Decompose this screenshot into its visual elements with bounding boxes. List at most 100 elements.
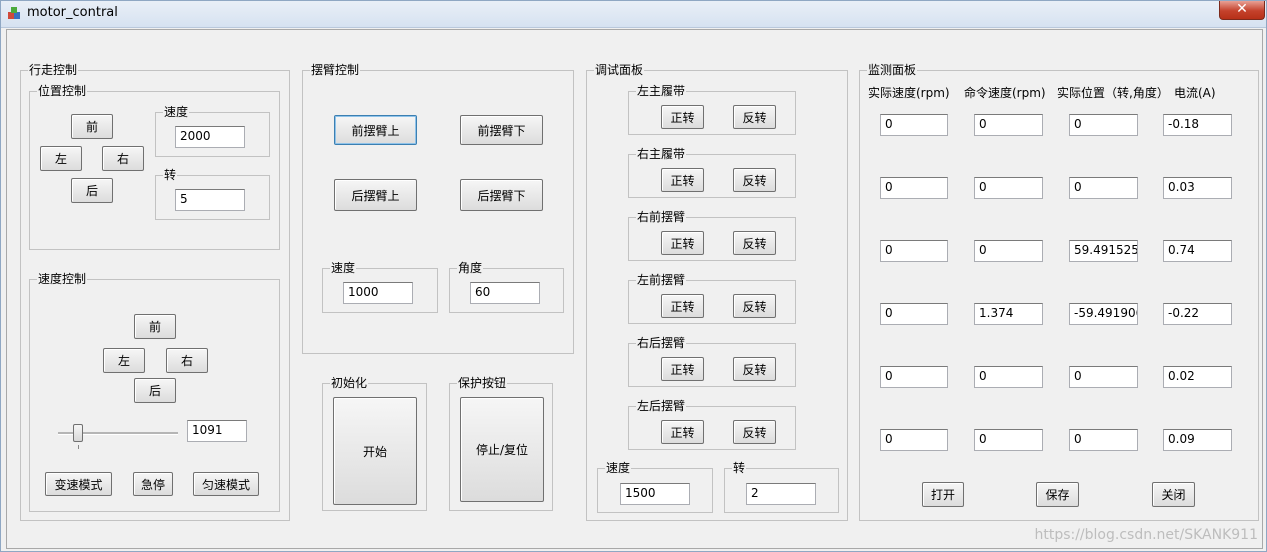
- position-speed-group: 速度 2000: [155, 105, 270, 157]
- watermark-text: https://blog.csdn.net/SKANK911: [1034, 527, 1258, 543]
- close-window-button[interactable]: ✕: [1219, 1, 1265, 20]
- position-turn-input[interactable]: 5: [175, 189, 245, 211]
- command-speed-field[interactable]: 1.374: [974, 303, 1043, 325]
- right-front-arm-forward-button[interactable]: 正转: [661, 231, 704, 255]
- walk-control-group: 行走控制 位置控制 前 左 右 后 速度 2000 转 5 速度控制 前 左 右…: [20, 63, 290, 521]
- monitor-panel-title: 监测面板: [867, 63, 918, 77]
- debug-speed-label: 速度: [605, 461, 632, 475]
- actual-speed-field[interactable]: 0: [880, 366, 948, 388]
- left-rear-arm-forward-button[interactable]: 正转: [661, 420, 704, 444]
- right-main-track-forward-button[interactable]: 正转: [661, 168, 704, 192]
- protect-group: 保护按钮 停止/复位: [449, 376, 553, 511]
- debug-group-title: 左主履带: [636, 84, 687, 98]
- left-front-arm-forward-button[interactable]: 正转: [661, 294, 704, 318]
- debug-panel-group: 调试面板 左主履带 正转 反转 右主履带 正转 反转 右前摆臂 正转 反转 左前…: [586, 63, 848, 521]
- speed-control-title: 速度控制: [37, 272, 88, 286]
- command-speed-field[interactable]: 0: [974, 429, 1043, 451]
- stop-reset-button[interactable]: 停止/复位: [460, 397, 544, 502]
- current-field[interactable]: 0.03: [1163, 177, 1232, 199]
- close-button[interactable]: 关闭: [1152, 482, 1195, 507]
- debug-turn-label: 转: [732, 461, 747, 475]
- debug-group-left-rear-arm: 左后摆臂 正转 反转: [628, 399, 796, 450]
- speed-right-button[interactable]: 右: [166, 348, 208, 373]
- debug-group-right-front-arm: 右前摆臂 正转 反转: [628, 210, 796, 261]
- right-rear-arm-forward-button[interactable]: 正转: [661, 357, 704, 381]
- arm-angle-group: 角度 60: [449, 261, 564, 313]
- arm-speed-input[interactable]: 1000: [343, 282, 413, 304]
- save-button[interactable]: 保存: [1036, 482, 1079, 507]
- right-main-track-reverse-button[interactable]: 反转: [733, 168, 776, 192]
- actual-position-field[interactable]: 0: [1069, 177, 1138, 199]
- speed-left-button[interactable]: 左: [103, 348, 145, 373]
- actual-position-field[interactable]: 0: [1069, 114, 1138, 136]
- header-actual-speed: 实际速度(rpm): [868, 86, 950, 100]
- front-arm-down-button[interactable]: 前摆臂下: [460, 115, 543, 145]
- open-button[interactable]: 打开: [922, 482, 964, 507]
- app-window: motor_contral ✕ 行走控制 位置控制 前 左 右 后 速度 200…: [0, 0, 1267, 552]
- actual-position-field[interactable]: 59.491525: [1069, 240, 1138, 262]
- left-main-track-reverse-button[interactable]: 反转: [733, 105, 776, 129]
- speed-back-button[interactable]: 后: [134, 378, 176, 403]
- client-area: 行走控制 位置控制 前 左 右 后 速度 2000 转 5 速度控制 前 左 右…: [6, 29, 1263, 549]
- actual-position-field[interactable]: -59.491906: [1069, 303, 1138, 325]
- actual-speed-field[interactable]: 0: [880, 303, 948, 325]
- header-current: 电流(A): [1174, 86, 1216, 100]
- variable-mode-button[interactable]: 变速模式: [45, 472, 112, 496]
- constant-mode-button[interactable]: 匀速模式: [193, 472, 259, 496]
- position-left-button[interactable]: 左: [40, 146, 82, 171]
- right-rear-arm-reverse-button[interactable]: 反转: [733, 357, 776, 381]
- actual-speed-field[interactable]: 0: [880, 114, 948, 136]
- monitor-panel-group: 监测面板 实际速度(rpm) 命令速度(rpm) 实际位置（转,角度） 电流(A…: [859, 63, 1259, 521]
- current-field[interactable]: 0.02: [1163, 366, 1232, 388]
- position-forward-button[interactable]: 前: [71, 114, 113, 139]
- debug-group-title: 左后摆臂: [636, 399, 687, 413]
- speed-slider-value-input[interactable]: 1091: [187, 420, 247, 442]
- speed-slider-thumb[interactable]: [73, 424, 83, 442]
- position-right-button[interactable]: 右: [102, 146, 144, 171]
- actual-speed-field[interactable]: 0: [880, 240, 948, 262]
- left-front-arm-reverse-button[interactable]: 反转: [733, 294, 776, 318]
- debug-group-title: 右主履带: [636, 147, 687, 161]
- arm-angle-input[interactable]: 60: [470, 282, 540, 304]
- command-speed-field[interactable]: 0: [974, 177, 1043, 199]
- front-arm-up-button[interactable]: 前摆臂上: [334, 115, 417, 145]
- left-main-track-forward-button[interactable]: 正转: [661, 105, 704, 129]
- position-speed-input[interactable]: 2000: [175, 126, 245, 148]
- debug-speed-input[interactable]: 1500: [620, 483, 690, 505]
- right-front-arm-reverse-button[interactable]: 反转: [733, 231, 776, 255]
- current-field[interactable]: -0.22: [1163, 303, 1232, 325]
- actual-speed-field[interactable]: 0: [880, 429, 948, 451]
- left-rear-arm-reverse-button[interactable]: 反转: [733, 420, 776, 444]
- arm-control-title: 摆臂控制: [310, 63, 361, 77]
- actual-position-field[interactable]: 0: [1069, 429, 1138, 451]
- walk-control-title: 行走控制: [28, 63, 79, 77]
- actual-position-field[interactable]: 0: [1069, 366, 1138, 388]
- command-speed-field[interactable]: 0: [974, 366, 1043, 388]
- rear-arm-up-button[interactable]: 后摆臂上: [334, 179, 417, 211]
- title-bar[interactable]: motor_contral ✕: [1, 1, 1266, 28]
- arm-speed-label: 速度: [330, 261, 357, 275]
- current-field[interactable]: 0.74: [1163, 240, 1232, 262]
- rear-arm-down-button[interactable]: 后摆臂下: [460, 179, 543, 211]
- position-back-button[interactable]: 后: [71, 178, 113, 203]
- protect-title: 保护按钮: [457, 376, 508, 390]
- position-turn-group: 转 5: [155, 168, 270, 220]
- start-button[interactable]: 开始: [333, 397, 417, 505]
- emergency-stop-button[interactable]: 急停: [133, 472, 173, 496]
- debug-speed-group: 速度 1500: [597, 461, 713, 513]
- init-group: 初始化 开始: [322, 376, 427, 511]
- app-icon: [8, 7, 20, 19]
- command-speed-field[interactable]: 0: [974, 240, 1043, 262]
- arm-speed-group: 速度 1000: [322, 261, 438, 313]
- header-command-speed: 命令速度(rpm): [964, 86, 1046, 100]
- position-control-title: 位置控制: [37, 84, 88, 98]
- arm-control-group: 摆臂控制 前摆臂上 前摆臂下 后摆臂上 后摆臂下 速度 1000 角度 60: [302, 63, 574, 354]
- debug-turn-input[interactable]: 2: [746, 483, 816, 505]
- current-field[interactable]: -0.18: [1163, 114, 1232, 136]
- current-field[interactable]: 0.09: [1163, 429, 1232, 451]
- position-turn-label: 转: [163, 168, 178, 182]
- speed-forward-button[interactable]: 前: [134, 314, 176, 339]
- actual-speed-field[interactable]: 0: [880, 177, 948, 199]
- command-speed-field[interactable]: 0: [974, 114, 1043, 136]
- debug-group-right-rear-arm: 右后摆臂 正转 反转: [628, 336, 796, 387]
